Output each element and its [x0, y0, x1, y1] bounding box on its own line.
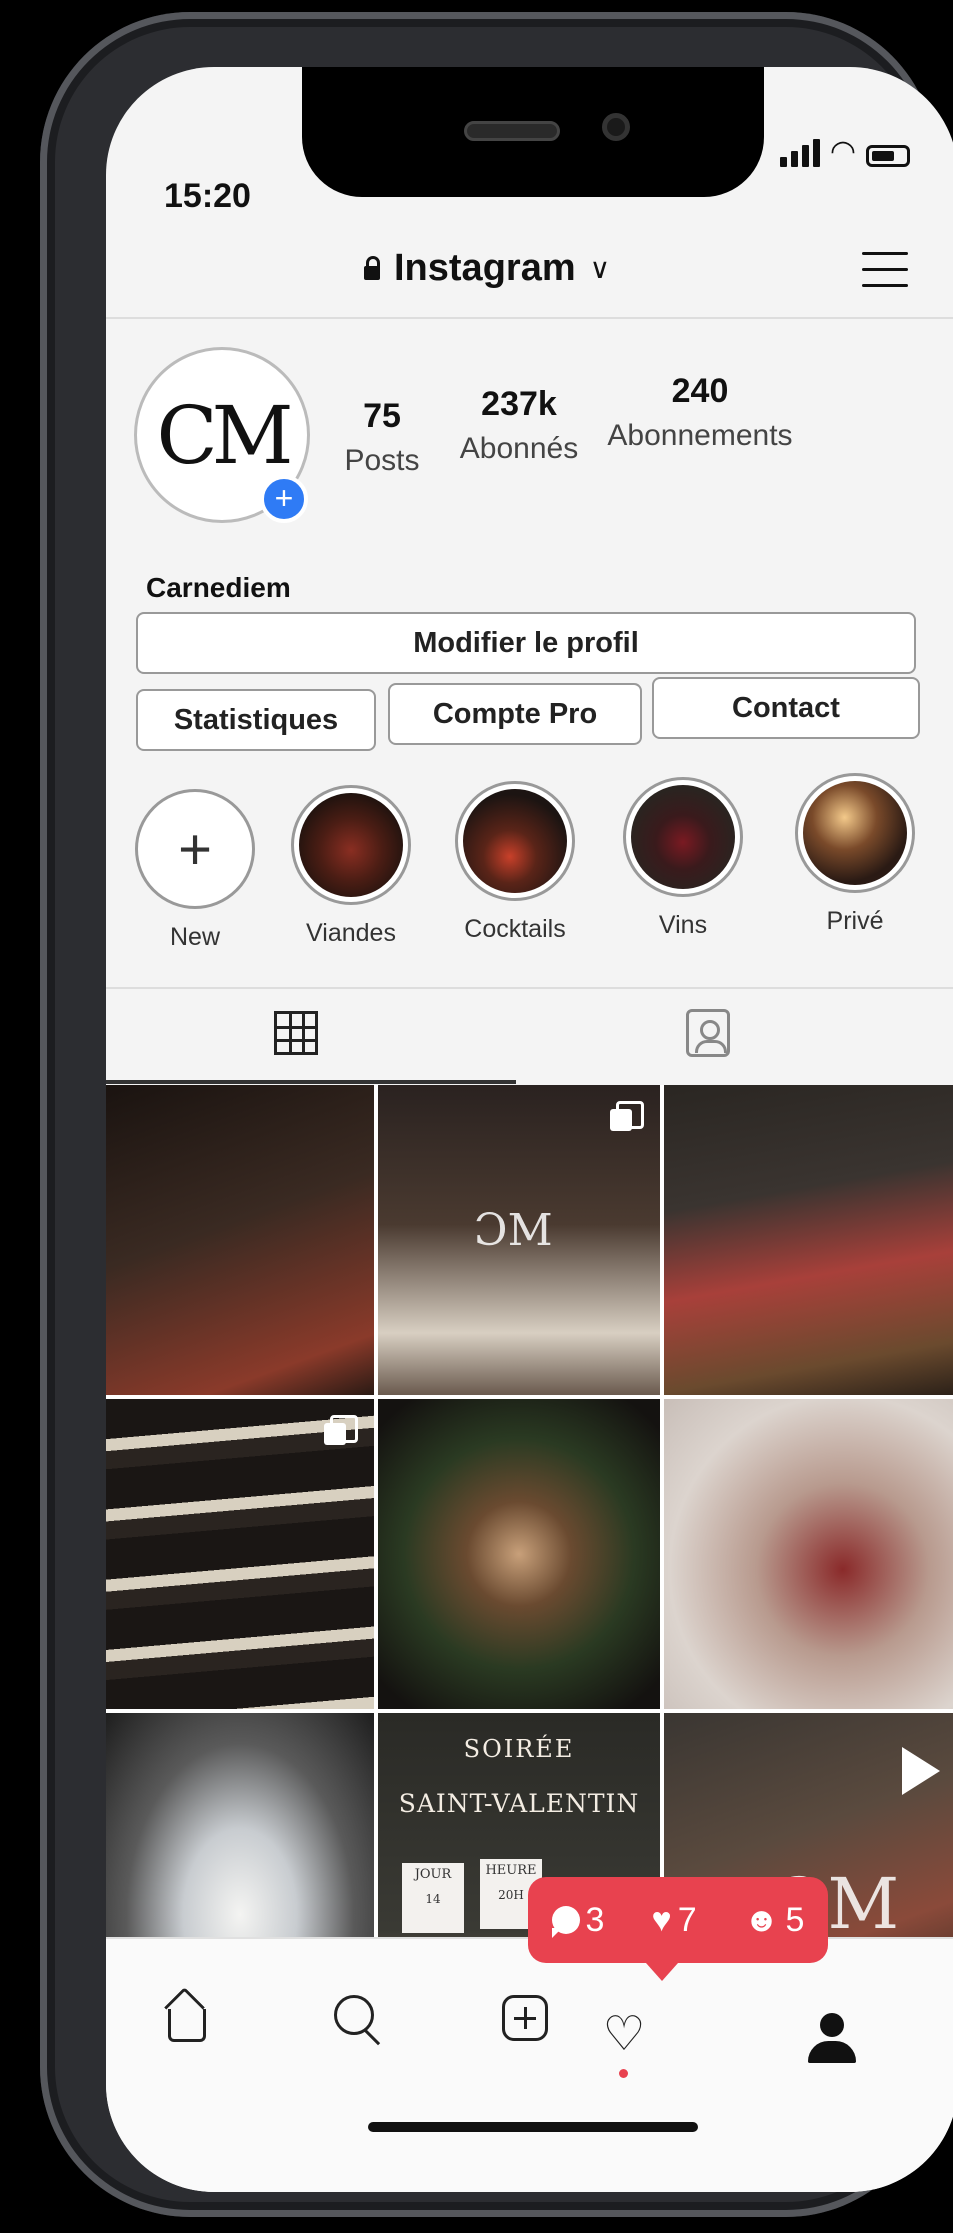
- bottom-navigation: ♡: [106, 1937, 953, 2192]
- profile-icon[interactable]: [806, 2011, 862, 2067]
- username: Carnediem: [146, 572, 291, 603]
- highlight-ring: [795, 773, 915, 893]
- highlight-ring: [455, 781, 575, 901]
- profile-header: Instagram ∨: [106, 217, 953, 319]
- multiple-photos-icon: [324, 1415, 358, 1445]
- highlight-cocktails[interactable]: Cocktails: [450, 781, 580, 944]
- notch: [302, 67, 764, 197]
- home-icon[interactable]: [162, 1989, 218, 2045]
- follower-count-value: 5: [785, 1900, 805, 1939]
- highlight-image: [803, 781, 907, 885]
- like-count-value: 7: [677, 1900, 697, 1939]
- speaker: [464, 121, 560, 141]
- tagged-icon[interactable]: [686, 1009, 730, 1057]
- heart-icon[interactable]: ♡: [596, 2007, 652, 2063]
- heart-icon: ♥: [651, 1900, 672, 1939]
- add-story-icon[interactable]: +: [260, 475, 308, 523]
- highlight-label: Privé: [826, 907, 884, 935]
- pro-account-button[interactable]: Compte Pro: [388, 683, 642, 745]
- battery-icon: [866, 145, 910, 167]
- stat-label: Abonnements: [607, 419, 793, 452]
- time-card-label: HEURE: [485, 1863, 537, 1878]
- comment-count-value: 3: [585, 1900, 605, 1939]
- follower-count: ☻ 5: [744, 1901, 805, 1940]
- post-thumbnail[interactable]: [664, 1085, 953, 1395]
- stat-followers[interactable]: 237k Abonnés: [444, 385, 594, 466]
- add-post-icon[interactable]: [502, 1995, 548, 2041]
- contact-button[interactable]: Contact: [652, 677, 920, 739]
- date-card-label: JOUR: [414, 1867, 452, 1882]
- tab-indicator: [106, 1080, 516, 1084]
- chevron-down-icon: ∨: [589, 253, 611, 284]
- poster-line-2: SAINT-VALENTIN: [398, 1789, 640, 1818]
- account-switcher[interactable]: Instagram ∨: [364, 247, 610, 290]
- highlight-viandes[interactable]: Viandes: [286, 785, 416, 948]
- highlight-label: Vins: [658, 911, 708, 939]
- highlight-label: Cocktails: [464, 915, 566, 943]
- menu-icon[interactable]: [862, 252, 908, 300]
- date-card: JOUR 14: [402, 1863, 464, 1933]
- screen: 15:20 ◠ Instagram ∨ CM + 75 Posts 237k A…: [106, 67, 953, 2192]
- signal-icon: [779, 139, 820, 167]
- statistics-button[interactable]: Statistiques: [136, 689, 376, 751]
- profile-tabs: [106, 987, 953, 1084]
- home-indicator[interactable]: [368, 2122, 698, 2132]
- stat-value: 240: [671, 372, 729, 410]
- post-grid: ƆΜ SOIRÉE SAINT-VALENTIN JOUR 14 HEURE 2…: [106, 1085, 953, 2023]
- stat-following[interactable]: 240 Abonnements: [600, 372, 800, 453]
- post-thumbnail[interactable]: [664, 1399, 953, 1709]
- post-thumbnail[interactable]: ƆΜ: [378, 1085, 660, 1395]
- highlight-new[interactable]: + New: [130, 789, 260, 952]
- highlight-image: [299, 793, 403, 897]
- edit-profile-button[interactable]: Modifier le profil: [136, 612, 916, 674]
- comment-count: 3: [551, 1900, 605, 1940]
- stat-label: Abonnés: [459, 432, 579, 465]
- stat-label: Posts: [344, 444, 420, 477]
- cm-logo-icon: ƆΜ: [474, 1205, 553, 1256]
- comment-icon: [551, 1906, 580, 1938]
- stat-value: 75: [363, 397, 401, 435]
- poster-line-1: SOIRÉE: [463, 1735, 575, 1763]
- account-name: Instagram: [394, 247, 576, 289]
- lock-icon: [364, 255, 380, 280]
- highlight-image: [631, 785, 735, 889]
- status-time: 15:20: [164, 177, 251, 215]
- activity-notification[interactable]: 3 ♥ 7 ☻ 5: [528, 1877, 828, 1981]
- post-thumbnail[interactable]: [106, 1085, 374, 1395]
- highlight-ring: +: [135, 789, 255, 909]
- highlight-prive[interactable]: Privé: [790, 773, 920, 936]
- grid-icon[interactable]: [274, 1011, 318, 1055]
- phone-frame: 15:20 ◠ Instagram ∨ CM + 75 Posts 237k A…: [40, 12, 953, 2217]
- status-icons: ◠: [779, 135, 910, 168]
- plus-icon: +: [178, 816, 212, 882]
- post-thumbnail[interactable]: [378, 1399, 660, 1709]
- event-poster: SOIRÉE SAINT-VALENTIN: [398, 1735, 640, 1818]
- highlight-ring: [623, 777, 743, 897]
- activity-dot: [619, 2069, 628, 2078]
- highlight-label: New: [169, 923, 220, 951]
- wifi-icon: ◠: [829, 135, 856, 168]
- multiple-photos-icon: [610, 1101, 644, 1131]
- post-thumbnail[interactable]: [106, 1399, 374, 1709]
- stat-posts[interactable]: 75 Posts: [332, 397, 432, 478]
- stat-value: 237k: [481, 385, 557, 423]
- highlight-vins[interactable]: Vins: [618, 777, 748, 940]
- date-card-value: 14: [425, 1892, 441, 1906]
- play-icon: [902, 1747, 940, 1795]
- like-count: ♥ 7: [652, 1901, 697, 1940]
- highlight-label: Viandes: [306, 919, 396, 947]
- highlight-image: [463, 789, 567, 893]
- highlight-ring: [291, 785, 411, 905]
- search-icon[interactable]: [330, 1991, 386, 2047]
- person-icon: ☻: [743, 1900, 780, 1939]
- front-camera: [602, 113, 630, 141]
